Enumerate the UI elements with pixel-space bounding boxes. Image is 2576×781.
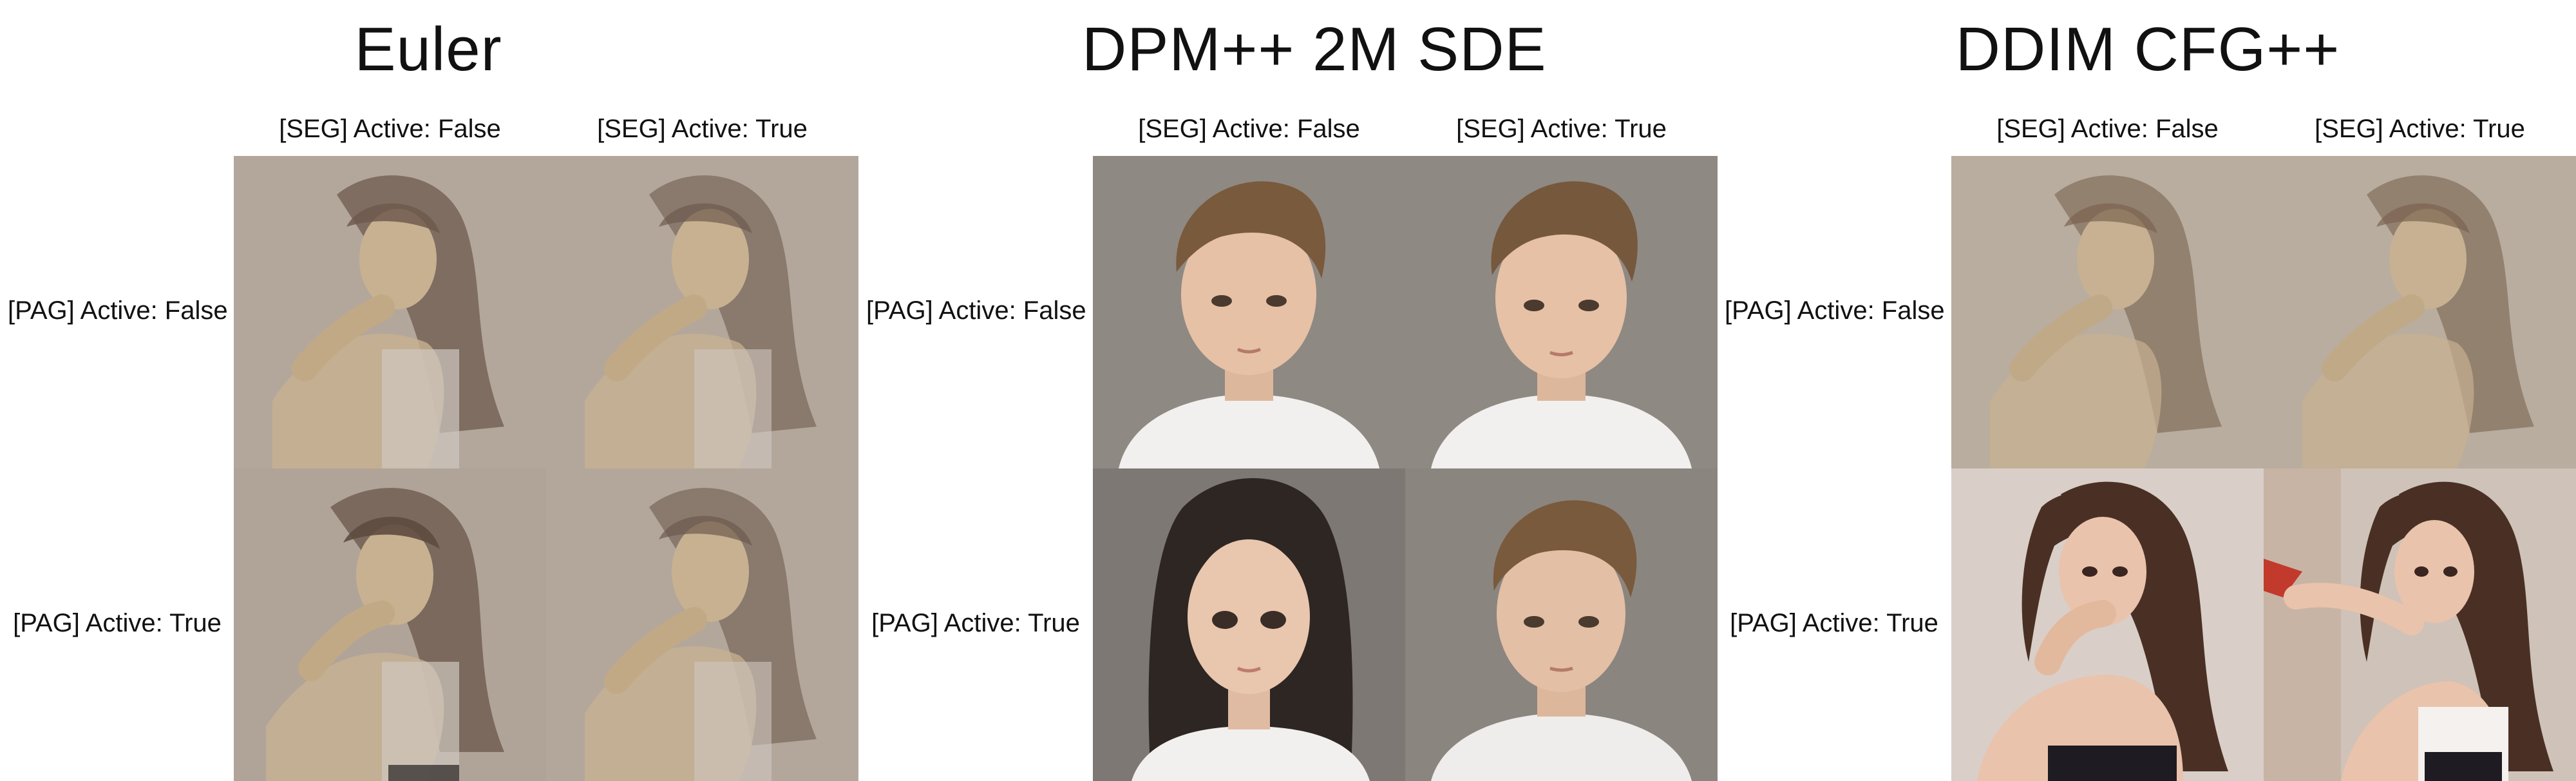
girl-portrait-image [1093,468,1405,781]
washed-girl-image [234,156,546,468]
image-grid [234,156,858,781]
panel-ddim-cfgpp: DDIM CFG++ [SEG] Active: False [SEG] Act… [1719,0,2576,781]
image-grid [1951,156,2576,781]
column-label-seg-false: [SEG] Active: False [279,115,501,143]
image-cell [546,156,858,468]
row-label-pag-false: [PAG] Active: False [8,296,228,325]
washed-girl-image [2264,156,2576,468]
boy-portrait-image [1405,156,1718,468]
boy-portrait-image [1405,468,1718,781]
image-cell [1093,156,1405,468]
washed-girl-image [546,468,858,781]
washed-girl-image [234,468,546,781]
panel-title: DDIM CFG++ [1955,15,2340,84]
panel-euler: Euler [SEG] Active: False [SEG] Active: … [0,0,863,781]
row-label-pag-true: [PAG] Active: True [1730,609,1938,637]
column-label-seg-true: [SEG] Active: True [2315,115,2525,143]
image-cell [2264,156,2576,468]
image-cell [1951,156,2264,468]
row-label-pag-true: [PAG] Active: True [871,609,1080,637]
panel-dpmpp-2m-sde: DPM++ 2M SDE [SEG] Active: False [SEG] A… [863,0,1719,781]
panel-title: DPM++ 2M SDE [1082,15,1547,84]
column-label-seg-true: [SEG] Active: True [597,115,808,143]
boy-portrait-image [1093,156,1405,468]
image-cell [2264,468,2576,781]
column-label-seg-true: [SEG] Active: True [1456,115,1667,143]
column-label-seg-false: [SEG] Active: False [1138,115,1360,143]
panel-title: Euler [354,15,502,84]
row-label-pag-false: [PAG] Active: False [1725,296,1945,325]
image-cell [1405,156,1718,468]
image-grid [1093,156,1718,781]
photo-girl-image [2264,468,2576,781]
row-label-pag-true: [PAG] Active: True [13,609,222,637]
image-cell [1093,468,1405,781]
row-label-pag-false: [PAG] Active: False [866,296,1086,325]
washed-girl-image [546,156,858,468]
column-label-seg-false: [SEG] Active: False [1996,115,2219,143]
image-cell [234,468,546,781]
image-cell [234,156,546,468]
image-cell [546,468,858,781]
image-cell [1405,468,1718,781]
image-cell [1951,468,2264,781]
photo-girl-image [1951,468,2264,781]
washed-girl-image [1951,156,2264,468]
